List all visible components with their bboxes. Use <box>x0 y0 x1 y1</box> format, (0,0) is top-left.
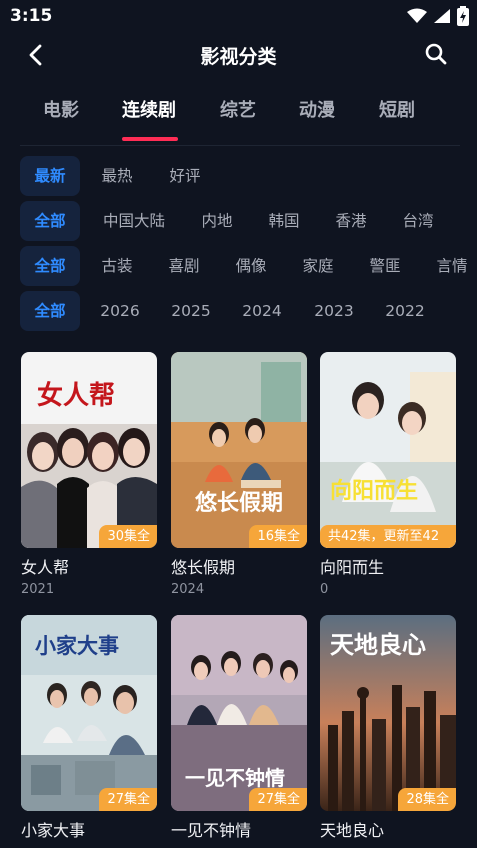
poster-art: 天地良心 <box>320 615 456 811</box>
series-title: 一见不钟情 <box>171 821 252 840</box>
series-card[interactable]: 向阳而生 共42集，更新至42集 向阳而生 0 <box>320 352 456 597</box>
category-tabs: 电影 连续剧 综艺 动漫 短剧 <box>20 92 460 146</box>
episode-badge: 共42集，更新至42集 <box>320 525 456 548</box>
series-title: 天地良心 <box>320 821 385 840</box>
series-title: 女人帮 <box>21 558 70 577</box>
filter-region-inland[interactable]: 内地 <box>192 201 242 241</box>
status-icons <box>407 6 469 26</box>
poster-image[interactable]: 向阳而生 共42集，更新至42集 <box>320 352 456 548</box>
filter-year-all[interactable]: 全部 <box>20 291 80 331</box>
poster-title-text: 小家大事 <box>35 633 119 658</box>
filter-year-2025[interactable]: 2025 <box>165 291 217 331</box>
poster-art: 一见不钟情 <box>171 615 307 811</box>
poster-image[interactable]: 悠长假期 16集全 <box>171 352 307 548</box>
tab-variety[interactable]: 综艺 <box>220 96 256 122</box>
poster-art: 向阳而生 <box>320 352 456 548</box>
wifi-icon <box>407 8 427 23</box>
filter-year-2024[interactable]: 2024 <box>236 291 288 331</box>
filter-row-region: 全部 中国大陆 内地 韩国 香港 台湾 <box>20 201 477 241</box>
episode-badge: 30集全 <box>99 525 157 548</box>
filter-region-korea[interactable]: 韩国 <box>259 201 309 241</box>
poster-title-text: 一见不钟情 <box>185 766 285 790</box>
poster-title-text: 向阳而生 <box>330 478 418 504</box>
filter-year-2023[interactable]: 2023 <box>308 291 360 331</box>
poster-art: 女人帮 <box>21 352 157 548</box>
filter-year-2022[interactable]: 2022 <box>379 291 431 331</box>
status-time: 3:15 <box>10 6 53 26</box>
poster-title-text: 女人帮 <box>37 380 115 411</box>
filter-region-all[interactable]: 全部 <box>20 201 80 241</box>
filter-genre-all[interactable]: 全部 <box>20 246 80 286</box>
battery-icon <box>457 6 469 26</box>
series-year: 0 <box>320 582 329 597</box>
filter-genre-family[interactable]: 家庭 <box>293 246 343 286</box>
series-title: 悠长假期 <box>171 558 236 577</box>
filter-sort-latest[interactable]: 最新 <box>20 156 80 196</box>
filter-genre-police[interactable]: 警匪 <box>360 246 410 286</box>
status-bar: 3:15 <box>0 0 477 32</box>
filter-genre-romance[interactable]: 言情 <box>427 246 477 286</box>
tab-series[interactable]: 连续剧 <box>122 96 176 122</box>
episode-badge: 28集全 <box>398 788 456 811</box>
series-title: 小家大事 <box>21 821 86 840</box>
series-title: 向阳而生 <box>320 558 385 577</box>
poster-title-text: 天地良心 <box>330 630 426 659</box>
app-header: 影视分类 <box>0 36 477 76</box>
poster-image[interactable]: 女人帮 30集全 <box>21 352 157 548</box>
poster-art: 小家大事 <box>21 615 157 811</box>
filter-year-2026[interactable]: 2026 <box>94 291 146 331</box>
filter-region-taiwan[interactable]: 台湾 <box>393 201 443 241</box>
filter-genre-costume[interactable]: 古装 <box>92 246 142 286</box>
series-card[interactable]: 悠长假期 16集全 悠长假期 2024 <box>171 352 307 597</box>
filter-genre-comedy[interactable]: 喜剧 <box>159 246 209 286</box>
poster-title-text: 悠长假期 <box>194 490 283 516</box>
filter-region-mainland[interactable]: 中国大陆 <box>96 201 172 241</box>
series-card[interactable]: 小家大事 27集全 小家大事 <box>21 615 157 841</box>
tab-active-indicator <box>122 137 178 141</box>
filter-region-hongkong[interactable]: 香港 <box>326 201 376 241</box>
episode-badge: 16集全 <box>249 525 307 548</box>
poster-image[interactable]: 小家大事 27集全 <box>21 615 157 811</box>
tab-anime[interactable]: 动漫 <box>299 96 335 122</box>
filter-row-sort: 最新 最热 好评 <box>20 156 477 196</box>
filter-row-year: 全部 2026 2025 2024 2023 2022 <box>20 291 477 331</box>
tab-movie[interactable]: 电影 <box>43 96 79 122</box>
tab-short-drama[interactable]: 短剧 <box>379 96 415 122</box>
series-card[interactable]: 女人帮 30集全 女人帮 2021 <box>21 352 157 597</box>
episode-badge: 27集全 <box>99 788 157 811</box>
filter-genre-idol[interactable]: 偶像 <box>226 246 276 286</box>
search-icon[interactable] <box>423 41 449 67</box>
series-year: 2021 <box>21 582 55 597</box>
signal-icon <box>434 9 450 23</box>
series-card[interactable]: 天地良心 28集全 天地良心 <box>320 615 456 841</box>
filter-sort-hot[interactable]: 最热 <box>92 156 142 196</box>
series-card[interactable]: 一见不钟情 27集全 一见不钟情 <box>171 615 307 841</box>
poster-image[interactable]: 一见不钟情 27集全 <box>171 615 307 811</box>
page-title: 影视分类 <box>200 46 277 68</box>
filter-row-genre: 全部 古装 喜剧 偶像 家庭 警匪 言情 <box>20 246 477 286</box>
poster-art: 悠长假期 <box>171 352 307 548</box>
series-year: 2024 <box>171 582 205 597</box>
poster-image[interactable]: 天地良心 28集全 <box>320 615 456 811</box>
episode-badge: 27集全 <box>249 788 307 811</box>
filter-sort-rating[interactable]: 好评 <box>160 156 210 196</box>
